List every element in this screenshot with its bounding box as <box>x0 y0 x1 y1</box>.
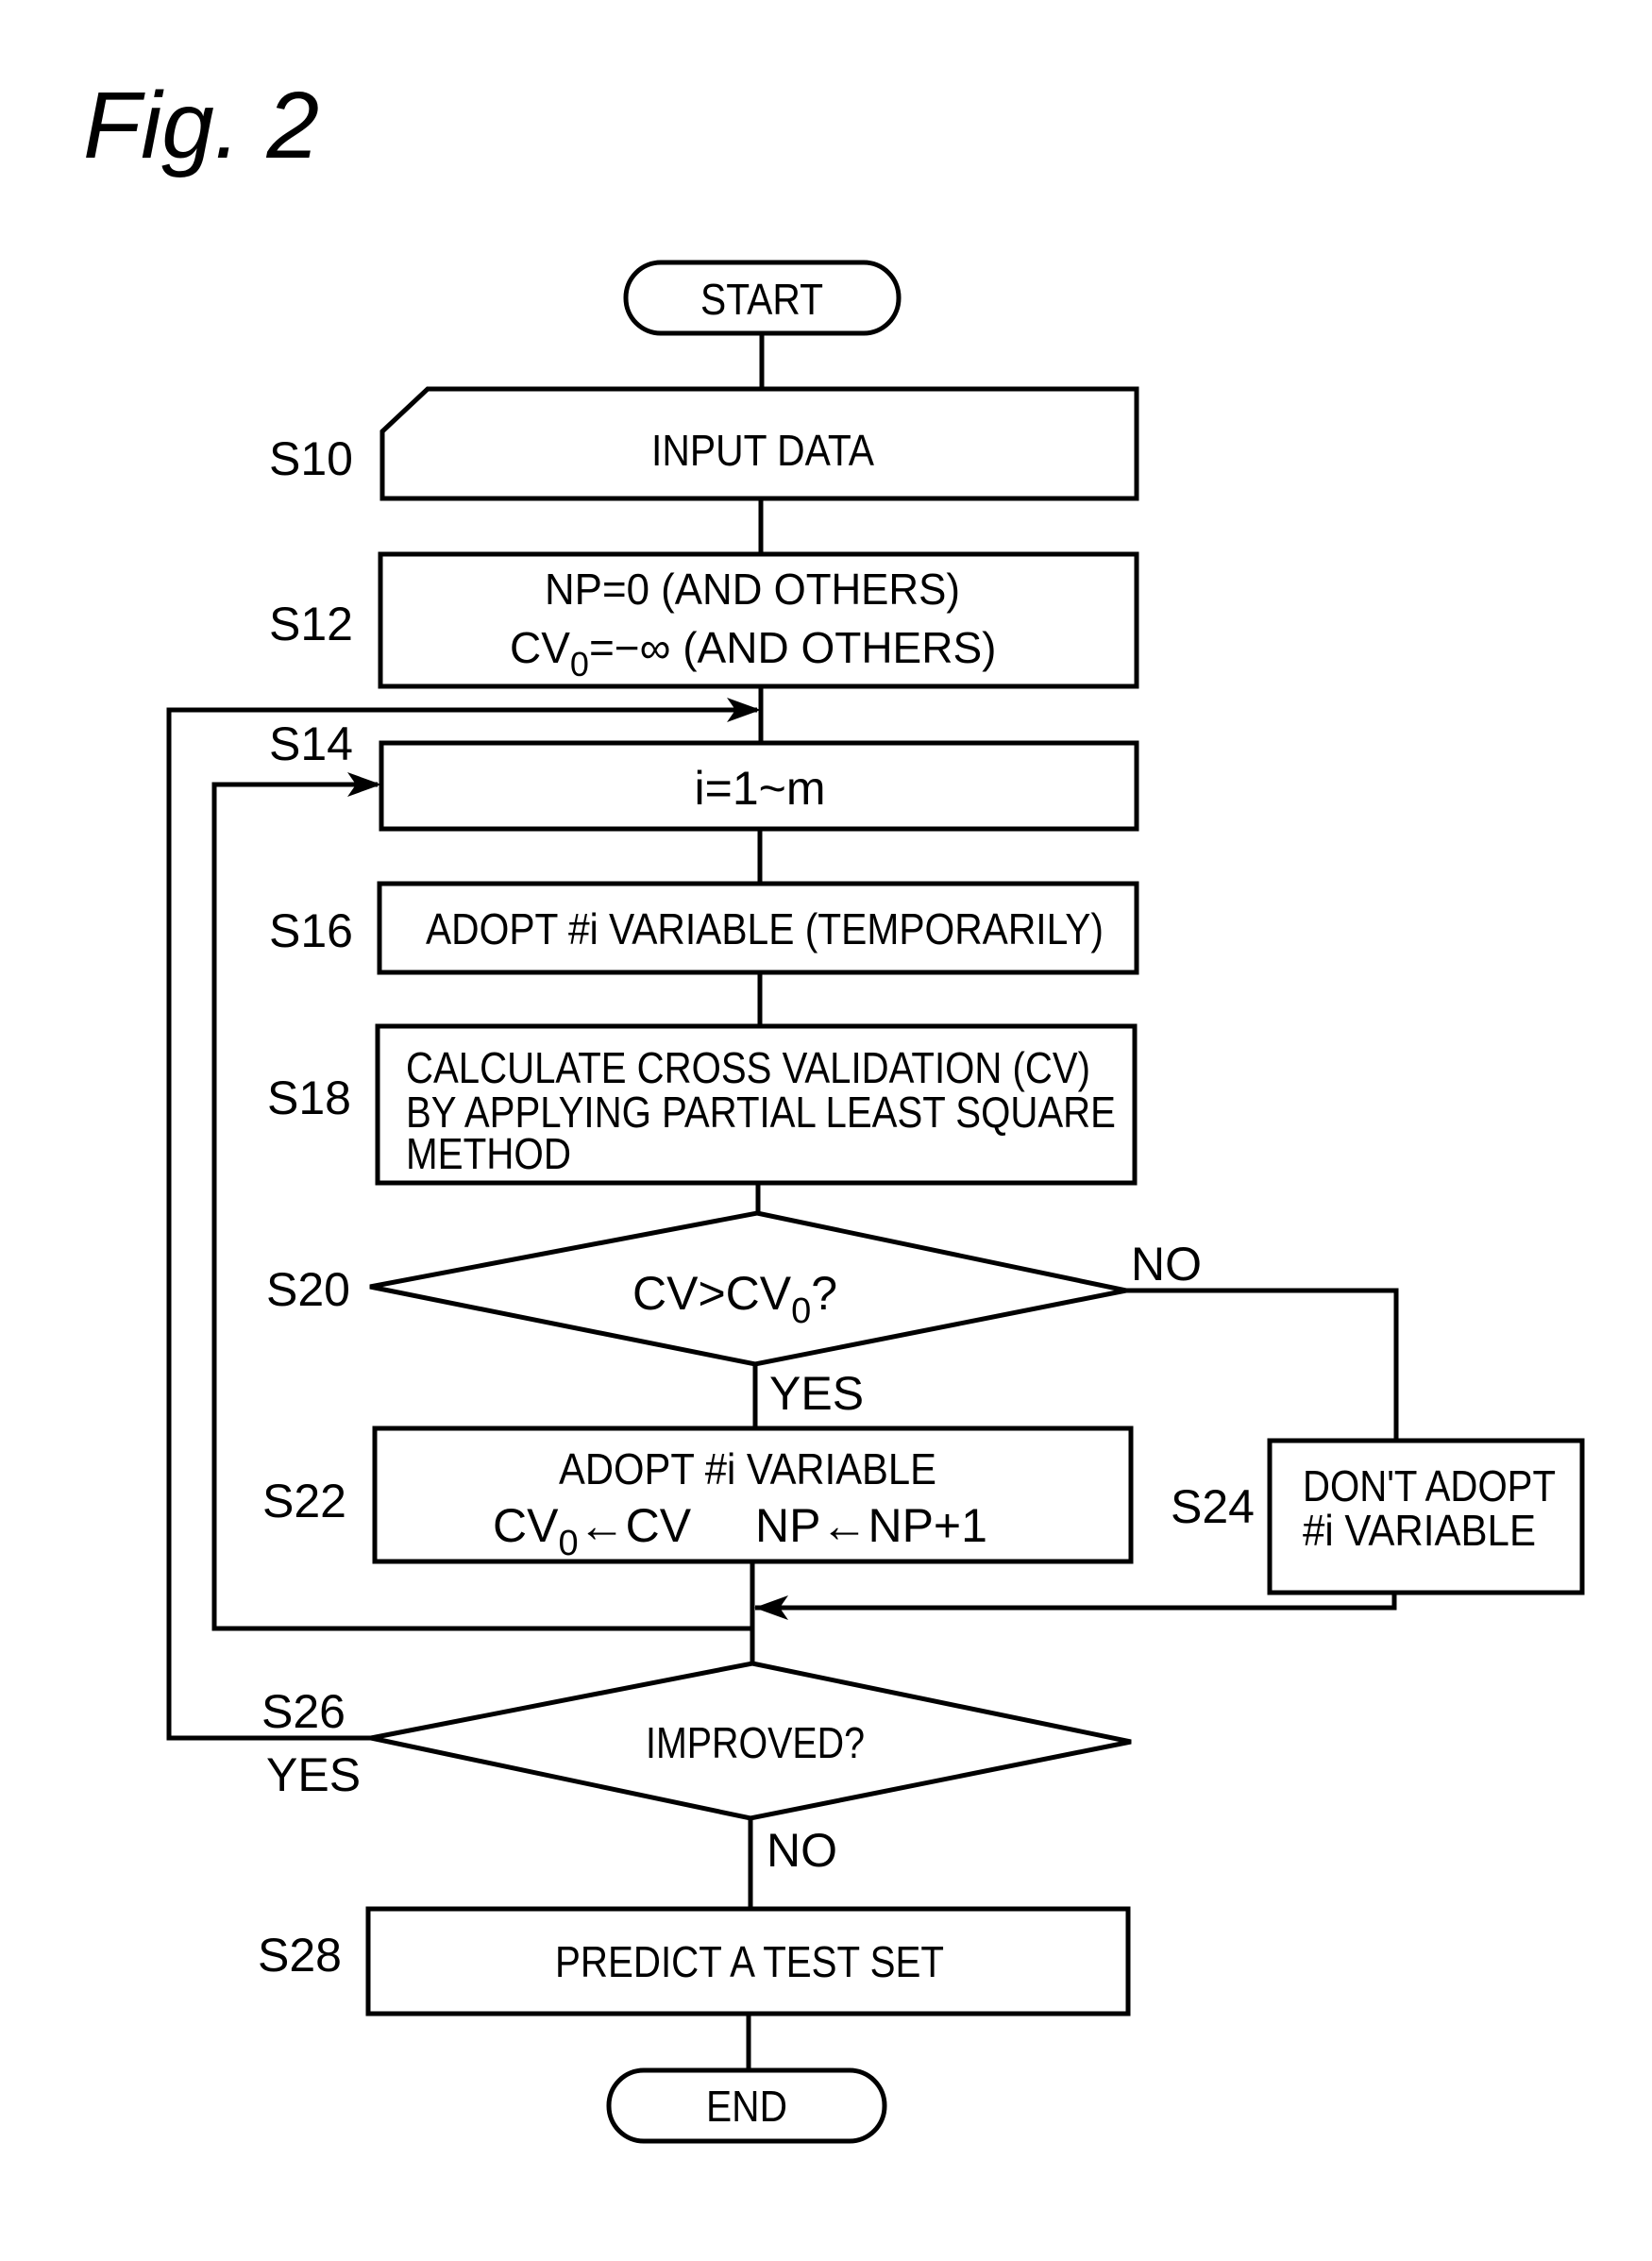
init-cv-main: CV <box>510 623 570 672</box>
init-cv-tail: =−∞ (AND OTHERS) <box>589 623 997 672</box>
decision-cv-main: CV>CV <box>632 1267 792 1320</box>
adopt-cv-main: CV <box>493 1499 559 1552</box>
decision-cv-no-label: NO <box>1131 1238 1202 1291</box>
step-label-s28: S28 <box>258 1929 342 1982</box>
step-label-s14: S14 <box>269 717 353 770</box>
step-s14: S14 i=1~m <box>269 717 1139 832</box>
decision-improved-text: IMPROVED? <box>646 1718 865 1767</box>
step-s20: S20 CV>CV0? NO YES <box>266 1210 1202 1420</box>
loop-range-text: i=1~m <box>695 762 826 815</box>
dont-adopt-line-2: #i VARIABLE <box>1303 1506 1536 1555</box>
step-label-s16: S16 <box>269 904 353 957</box>
step-label-s10: S10 <box>269 432 353 485</box>
start-terminator: START <box>623 260 902 336</box>
end-terminator: END <box>606 2067 887 2144</box>
step-s12: S12 NP=0 (AND OTHERS) CV0=−∞ (AND OTHERS… <box>269 551 1139 689</box>
step-s28: S28 PREDICT A TEST SET <box>258 1906 1131 2016</box>
predict-text: PREDICT A TEST SET <box>555 1937 944 1986</box>
step-s26: S26 IMPROVED? YES NO <box>261 1661 1132 1877</box>
decision-cv-subscript: 0 <box>791 1291 811 1331</box>
step-label-s22: S22 <box>262 1475 346 1527</box>
init-cv-subscript: 0 <box>570 645 589 683</box>
connector-outer-loop <box>166 707 757 1741</box>
input-data-text: INPUT DATA <box>651 426 874 475</box>
step-s10: S10 INPUT DATA <box>269 386 1139 501</box>
dont-adopt-line-1: DON'T ADOPT <box>1303 1461 1556 1510</box>
decision-improved-no-label: NO <box>767 1824 837 1877</box>
connector-s20-s24-no <box>1126 1288 1399 1441</box>
step-s18: S18 CALCULATE CROSS VALIDATION (CV) BY A… <box>267 1023 1138 1186</box>
calc-cv-line-1: CALCULATE CROSS VALIDATION (CV) <box>406 1043 1090 1092</box>
step-label-s12: S12 <box>269 598 353 650</box>
decision-improved-yes-label: YES <box>266 1748 361 1801</box>
adopt-temp-text: ADOPT #i VARIABLE (TEMPORARILY) <box>426 904 1104 953</box>
decision-cv-yes-label: YES <box>769 1367 864 1420</box>
calc-cv-line-3: METHOD <box>406 1129 571 1178</box>
adopt-cv-subscript: 0 <box>558 1524 578 1563</box>
figure-title: Fig. 2 <box>83 73 319 178</box>
flowchart-canvas: Fig. 2 START S10 INPUT DATA S12 NP=0 (AN… <box>83 73 1585 2144</box>
step-s22: S22 ADOPT #i VARIABLE CV0←CV NP←NP+1 <box>262 1426 1134 1564</box>
step-s16: S16 ADOPT #i VARIABLE (TEMPORARILY) <box>269 881 1139 975</box>
adopt-cv-tail: ←CV <box>579 1499 692 1552</box>
decision-cv-tail: ? <box>811 1267 837 1320</box>
adopt-np-update: NP←NP+1 <box>755 1499 987 1552</box>
step-label-s24: S24 <box>1171 1480 1255 1533</box>
step-s24: S24 DON'T ADOPT #i VARIABLE <box>1171 1438 1585 1595</box>
step-label-s18: S18 <box>267 1071 351 1124</box>
step-label-s26: S26 <box>261 1685 346 1738</box>
init-np-text: NP=0 (AND OTHERS) <box>545 565 960 614</box>
start-label: START <box>700 275 823 324</box>
adopt-text: ADOPT #i VARIABLE <box>559 1444 936 1493</box>
step-label-s20: S20 <box>266 1263 350 1316</box>
end-label: END <box>706 2082 787 2131</box>
